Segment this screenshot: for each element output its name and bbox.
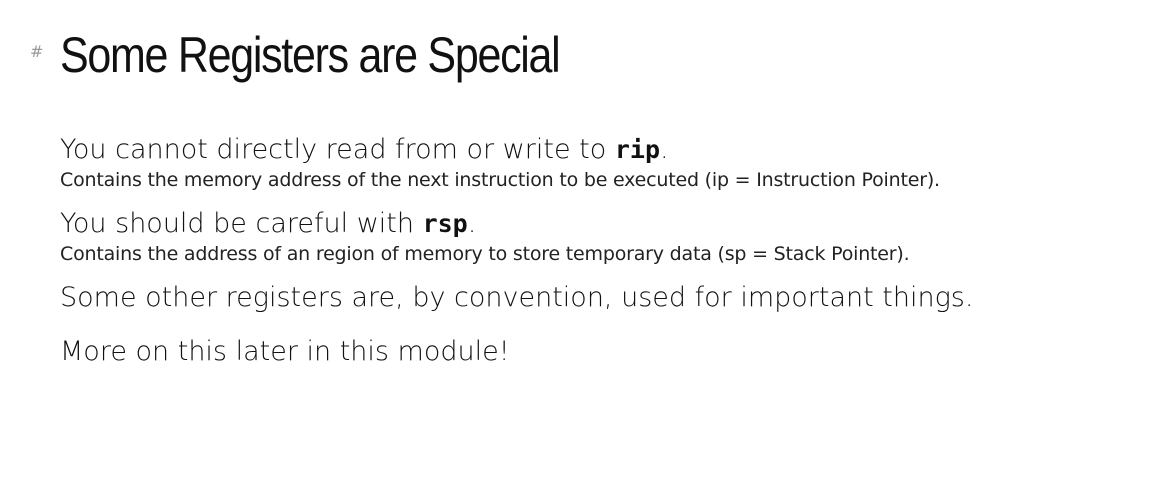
slide: # Some Registers are Special You cannot …: [0, 0, 1166, 490]
later-paragraph: More on this later in this module!: [60, 336, 510, 367]
slide-heading: # Some Registers are Special: [30, 24, 641, 86]
rip-note-detail: Contains the memory address of the next …: [60, 169, 940, 191]
rsp-note: You should be careful with rsp. Contains…: [60, 206, 1140, 266]
rip-note: You cannot directly read from or write t…: [60, 132, 1140, 192]
rsp-note-lead: You should be careful with rsp.: [60, 206, 1140, 242]
slide-content: You cannot directly read from or write t…: [60, 132, 1140, 388]
rsp-register-code: rsp: [422, 209, 468, 238]
slide-title: Some Registers are Special: [60, 27, 561, 83]
heading-anchor-link[interactable]: #: [30, 42, 60, 61]
rip-register-code: rip: [614, 135, 660, 164]
rip-note-lead-end: .: [660, 134, 669, 165]
convention-paragraph: Some other registers are, by convention,…: [60, 282, 974, 313]
rip-note-lead-text: You cannot directly read from or write t…: [60, 134, 615, 165]
rsp-note-detail: Contains the address of an region of mem…: [60, 243, 910, 265]
rsp-note-lead-text: You should be careful with: [60, 208, 423, 239]
rsp-note-lead-end: .: [467, 208, 477, 239]
rip-note-lead: You cannot directly read from or write t…: [60, 132, 1140, 168]
